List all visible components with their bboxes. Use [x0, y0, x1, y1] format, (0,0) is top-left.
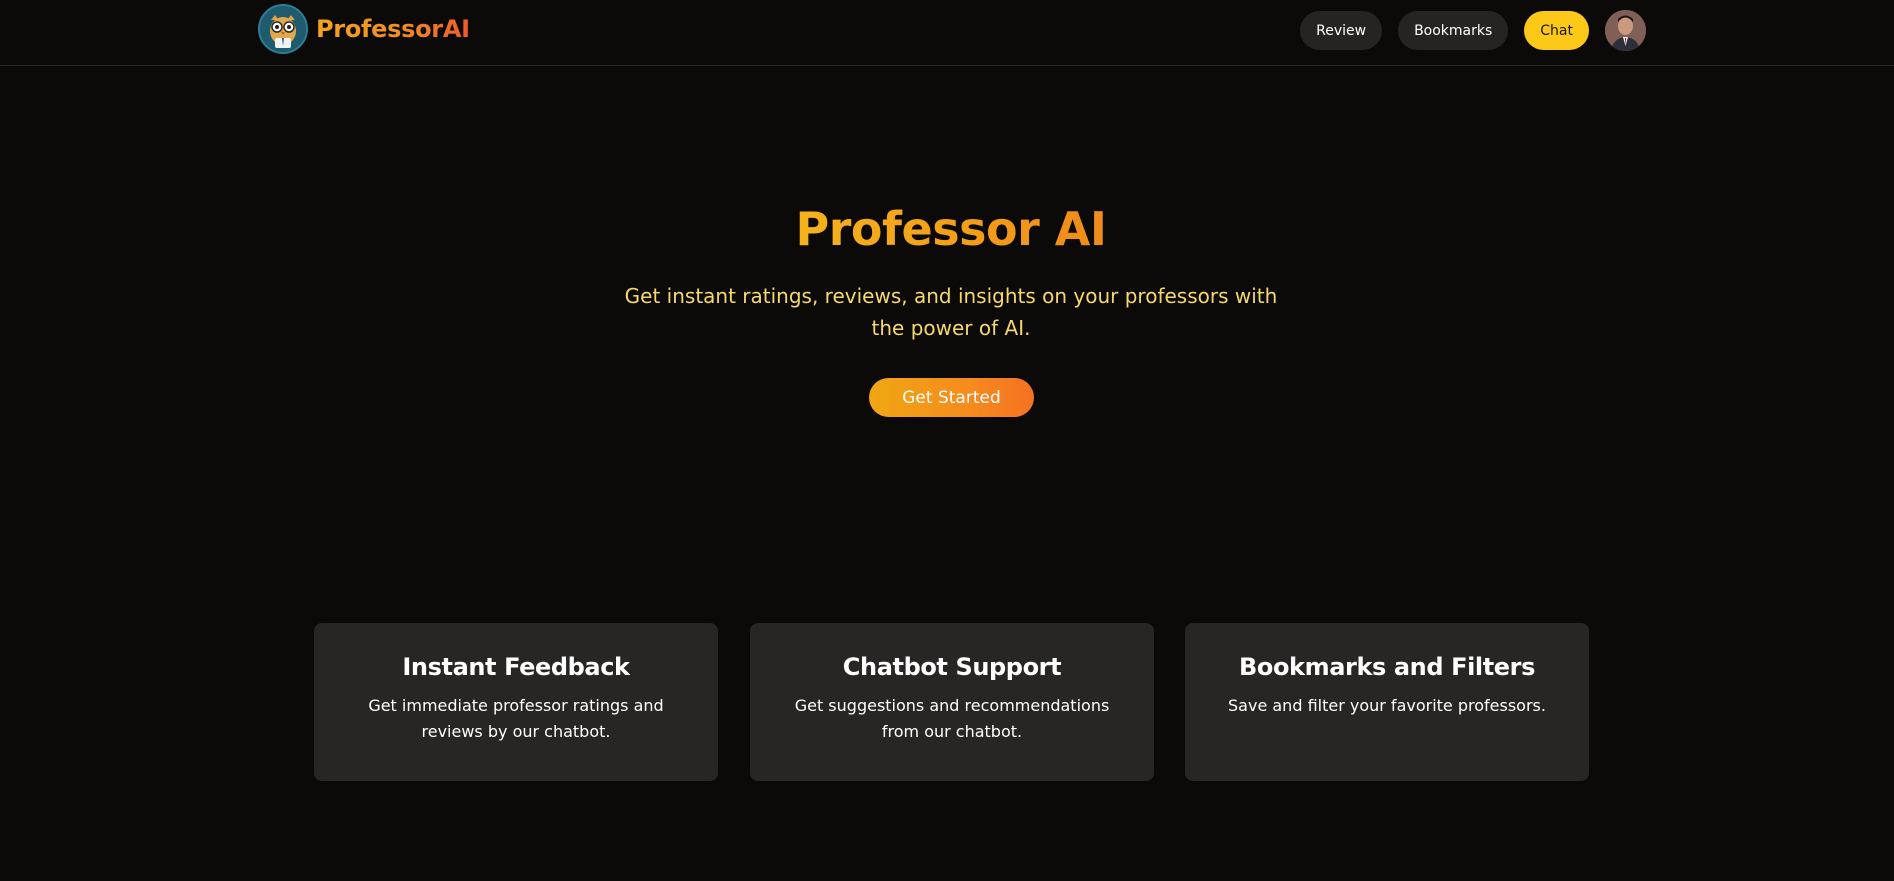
top-navbar: ProfessorAI Review Bookmarks Chat — [0, 0, 1894, 66]
feature-card-chatbot-support: Chatbot Support Get suggestions and reco… — [750, 623, 1154, 781]
feature-description: Get suggestions and recommendations from… — [794, 696, 1110, 741]
owl-professor-icon — [258, 4, 308, 54]
brand-home-link[interactable]: ProfessorAI — [258, 4, 470, 54]
hero-title: Professor AI — [795, 202, 1108, 256]
feature-title: Bookmarks and Filters — [1238, 653, 1535, 681]
feature-title: Chatbot Support — [842, 653, 1062, 681]
feature-description: Save and filter your favorite professors… — [1228, 696, 1546, 715]
main-nav: Review Bookmarks Chat — [1300, 10, 1646, 51]
feature-card-bookmarks-filters: Bookmarks and Filters Save and filter yo… — [1185, 623, 1589, 781]
feature-card-instant-feedback: Instant Feedback Get immediate professor… — [314, 623, 718, 781]
nav-review-button[interactable]: Review — [1300, 11, 1383, 50]
feature-description: Get immediate professor ratings and revi… — [368, 696, 664, 741]
hero-subtitle: Get instant ratings, reviews, and insigh… — [624, 284, 1278, 340]
feature-title: Instant Feedback — [402, 653, 630, 681]
get-started-button[interactable]: Get Started — [869, 378, 1034, 417]
nav-chat-button[interactable]: Chat — [1524, 11, 1589, 50]
user-avatar[interactable] — [1605, 10, 1646, 51]
brand-name: ProfessorAI — [316, 15, 470, 43]
nav-bookmarks-button[interactable]: Bookmarks — [1398, 11, 1509, 50]
